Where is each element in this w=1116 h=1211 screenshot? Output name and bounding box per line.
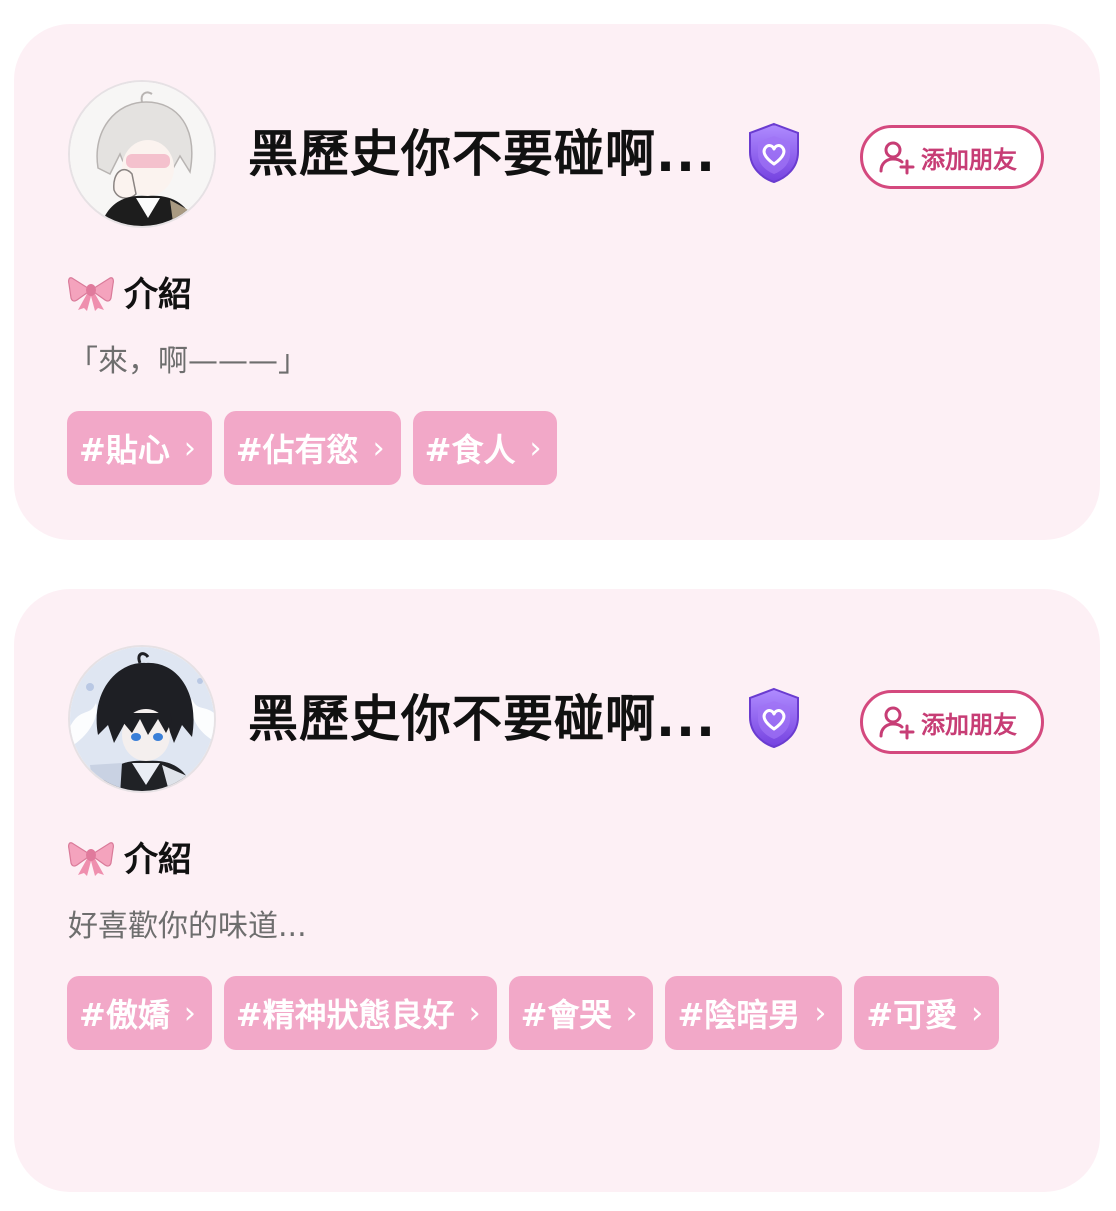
avatar[interactable] — [68, 80, 216, 228]
pink-bow-icon — [68, 276, 114, 311]
add-friend-button[interactable]: 添加朋友 — [860, 690, 1044, 754]
intro-text: 好喜歡你的味道... — [68, 909, 307, 944]
intro-text: 「來，啊———」 — [68, 344, 308, 379]
tag-label: #佔有慾 — [235, 431, 359, 469]
add-friend-label: 添加朋友 — [921, 710, 1017, 739]
tag-chip[interactable]: #食人 › — [412, 411, 558, 485]
intro-label: 介紹 — [124, 840, 192, 880]
chevron-right-icon: › — [625, 995, 638, 1031]
add-friend-button[interactable]: 添加朋友 — [860, 125, 1044, 189]
tag-chip[interactable]: #精神狀態良好 › — [223, 976, 497, 1050]
tag-label: #貼心 — [79, 431, 170, 469]
character-name: 黑歷史你不要碰啊... — [248, 690, 716, 748]
chevron-right-icon: › — [372, 430, 385, 466]
chevron-right-icon: › — [971, 995, 984, 1031]
intro-label: 介紹 — [124, 275, 192, 315]
tag-label: #精神狀態良好 — [235, 996, 455, 1034]
character-card[interactable]: 黑歷史你不要碰啊... 添加朋友 介紹 好喜歡你的味道... #傲嬌 › #精神… — [14, 589, 1100, 1192]
user-plus-icon — [879, 706, 915, 740]
chevron-right-icon: › — [183, 995, 196, 1031]
purple-shield-heart-icon — [749, 122, 799, 184]
purple-shield-heart-icon — [749, 687, 799, 749]
tag-chip[interactable]: #會哭 › — [508, 976, 654, 1050]
tag-list: #傲嬌 › #精神狀態良好 › #會哭 › #陰暗男 › #可愛 › — [67, 976, 1047, 1050]
intro-header: 介紹 — [68, 267, 192, 316]
chevron-right-icon: › — [814, 995, 827, 1031]
chevron-right-icon: › — [183, 430, 196, 466]
tag-chip[interactable]: #佔有慾 › — [223, 411, 401, 485]
tag-chip[interactable]: #可愛 › — [854, 976, 1000, 1050]
tag-chip[interactable]: #傲嬌 › — [67, 976, 212, 1050]
intro-header: 介紹 — [68, 832, 192, 881]
chevron-right-icon: › — [529, 430, 542, 466]
add-friend-label: 添加朋友 — [921, 145, 1017, 174]
tag-label: #會哭 — [520, 996, 612, 1034]
pink-bow-icon — [68, 841, 114, 876]
tag-label: #可愛 — [866, 996, 958, 1034]
chevron-right-icon: › — [468, 995, 481, 1031]
tag-label: #傲嬌 — [79, 996, 170, 1034]
character-card[interactable]: 黑歷史你不要碰啊... 添加朋友 介紹 「來，啊———」 #貼心 › #佔有慾 … — [14, 24, 1100, 540]
tag-list: #貼心 › #佔有慾 › #食人 › — [67, 411, 1047, 485]
tag-chip[interactable]: #陰暗男 › — [665, 976, 843, 1050]
character-name: 黑歷史你不要碰啊... — [248, 125, 716, 183]
tag-chip[interactable]: #貼心 › — [67, 411, 212, 485]
user-plus-icon — [879, 141, 915, 175]
tag-label: #食人 — [424, 431, 516, 469]
tag-label: #陰暗男 — [677, 996, 801, 1034]
avatar[interactable] — [68, 645, 216, 793]
